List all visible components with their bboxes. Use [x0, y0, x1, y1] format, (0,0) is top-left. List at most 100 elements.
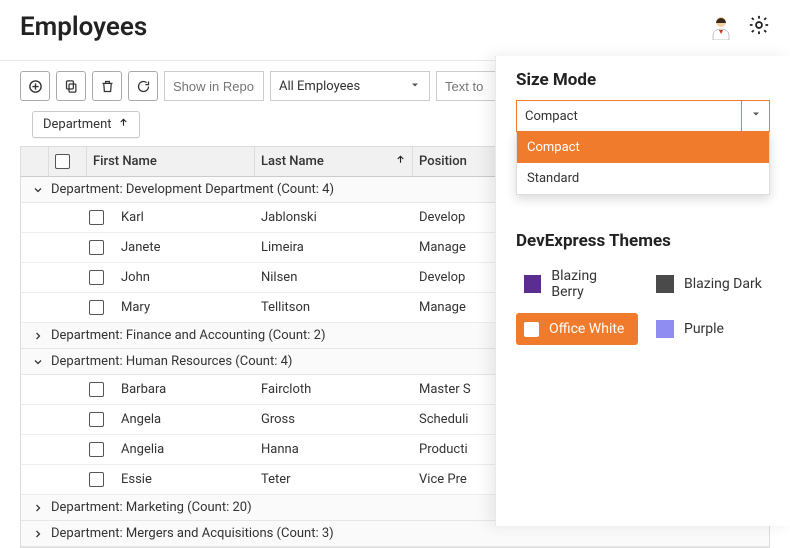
- row-indent: [49, 237, 77, 258]
- group-chip-label: Department: [43, 117, 112, 132]
- chevron-down-icon[interactable]: [27, 184, 49, 196]
- theme-option[interactable]: Office White: [516, 313, 638, 345]
- cell-first-name: John: [115, 267, 255, 288]
- cell-last-name: Hanna: [255, 439, 413, 460]
- row-indent: [21, 207, 49, 228]
- checkbox[interactable]: [55, 154, 70, 169]
- refresh-button[interactable]: [128, 71, 158, 101]
- size-mode-toggle[interactable]: [741, 101, 769, 131]
- checkbox[interactable]: [89, 240, 104, 255]
- row-checkbox-cell[interactable]: [77, 409, 115, 430]
- size-mode-dropdown: CompactStandard: [516, 132, 770, 195]
- show-in-report-input[interactable]: [164, 71, 264, 101]
- employee-filter-value: All Employees: [279, 79, 360, 94]
- gear-icon[interactable]: [748, 14, 770, 40]
- theme-swatch: [656, 320, 674, 338]
- row-indent: [49, 267, 77, 288]
- cell-last-name: Jablonski: [255, 207, 413, 228]
- column-last-name[interactable]: Last Name: [255, 147, 413, 176]
- arrow-up-icon: [118, 117, 129, 132]
- cell-first-name: Karl: [115, 207, 255, 228]
- employee-filter-select[interactable]: All Employees: [270, 71, 430, 101]
- theme-option[interactable]: Purple: [648, 313, 770, 345]
- size-mode-value: Compact: [525, 109, 578, 124]
- row-checkbox-cell[interactable]: [77, 297, 115, 318]
- group-label: Department: Development Department (Coun…: [49, 182, 334, 197]
- cell-last-name: Faircloth: [255, 379, 413, 400]
- search-input[interactable]: [436, 71, 496, 101]
- theme-option[interactable]: Blazing Berry: [516, 261, 638, 307]
- add-button[interactable]: [20, 71, 50, 101]
- cell-last-name: Limeira: [255, 237, 413, 258]
- column-label: Position: [419, 154, 467, 169]
- chevron-down-icon[interactable]: [27, 356, 49, 368]
- row-indent: [49, 469, 77, 490]
- size-mode-option[interactable]: Compact: [517, 132, 769, 163]
- row-indent: [49, 379, 77, 400]
- arrow-up-icon: [395, 154, 406, 169]
- group-label: Department: Finance and Accounting (Coun…: [49, 328, 325, 343]
- row-indent: [21, 439, 49, 460]
- checkbox[interactable]: [89, 382, 104, 397]
- cell-last-name: Gross: [255, 409, 413, 430]
- cell-first-name: Angela: [115, 409, 255, 430]
- column-expander: [21, 147, 49, 176]
- row-checkbox-cell[interactable]: [77, 207, 115, 228]
- page-title: Employees: [20, 12, 147, 42]
- chevron-right-icon[interactable]: [27, 528, 49, 540]
- column-label: First Name: [93, 154, 157, 169]
- chevron-right-icon[interactable]: [27, 330, 49, 342]
- chevron-down-icon: [750, 108, 762, 124]
- theme-swatch: [524, 275, 541, 293]
- chevron-down-icon: [409, 79, 421, 95]
- size-mode-title: Size Mode: [516, 70, 770, 90]
- cell-first-name: Mary: [115, 297, 255, 318]
- row-indent: [21, 469, 49, 490]
- theme-swatch: [524, 322, 539, 337]
- group-label: Department: Mergers and Acquisitions (Co…: [49, 526, 334, 541]
- chevron-right-icon[interactable]: [27, 502, 49, 514]
- theme-label: Office White: [549, 321, 624, 337]
- row-checkbox-cell[interactable]: [77, 439, 115, 460]
- row-checkbox-cell[interactable]: [77, 379, 115, 400]
- cell-first-name: Essie: [115, 469, 255, 490]
- row-indent: [49, 409, 77, 430]
- row-indent: [21, 297, 49, 318]
- checkbox[interactable]: [89, 270, 104, 285]
- checkbox[interactable]: [89, 442, 104, 457]
- copy-button[interactable]: [56, 71, 86, 101]
- row-indent: [49, 439, 77, 460]
- checkbox[interactable]: [89, 412, 104, 427]
- checkbox[interactable]: [89, 300, 104, 315]
- row-indent: [21, 409, 49, 430]
- themes-title: DevExpress Themes: [516, 231, 770, 251]
- row-checkbox-cell[interactable]: [77, 237, 115, 258]
- size-mode-select[interactable]: Compact: [516, 100, 770, 132]
- header-actions: [708, 14, 770, 40]
- column-select-all[interactable]: [49, 147, 87, 176]
- theme-label: Blazing Dark: [684, 276, 762, 292]
- row-indent: [49, 297, 77, 318]
- row-indent: [49, 207, 77, 228]
- row-indent: [21, 237, 49, 258]
- row-indent: [21, 267, 49, 288]
- theme-label: Blazing Berry: [551, 268, 630, 300]
- theme-label: Purple: [684, 321, 724, 337]
- group-chip-department[interactable]: Department: [32, 111, 140, 138]
- checkbox[interactable]: [89, 210, 104, 225]
- row-checkbox-cell[interactable]: [77, 469, 115, 490]
- row-checkbox-cell[interactable]: [77, 267, 115, 288]
- cell-last-name: Tellitson: [255, 297, 413, 318]
- row-indent: [21, 379, 49, 400]
- column-first-name[interactable]: First Name: [87, 147, 255, 176]
- themes-grid: Blazing Berry Blazing Dark Office White Pur…: [516, 261, 770, 345]
- cell-last-name: Teter: [255, 469, 413, 490]
- size-mode-option[interactable]: Standard: [517, 163, 769, 194]
- cell-first-name: Angelia: [115, 439, 255, 460]
- theme-option[interactable]: Blazing Dark: [648, 261, 770, 307]
- checkbox[interactable]: [89, 472, 104, 487]
- group-label: Department: Marketing (Count: 20): [49, 500, 252, 515]
- avatar[interactable]: [708, 14, 734, 40]
- settings-panel: Size Mode Compact CompactStandard DevExp…: [495, 56, 790, 526]
- delete-button[interactable]: [92, 71, 122, 101]
